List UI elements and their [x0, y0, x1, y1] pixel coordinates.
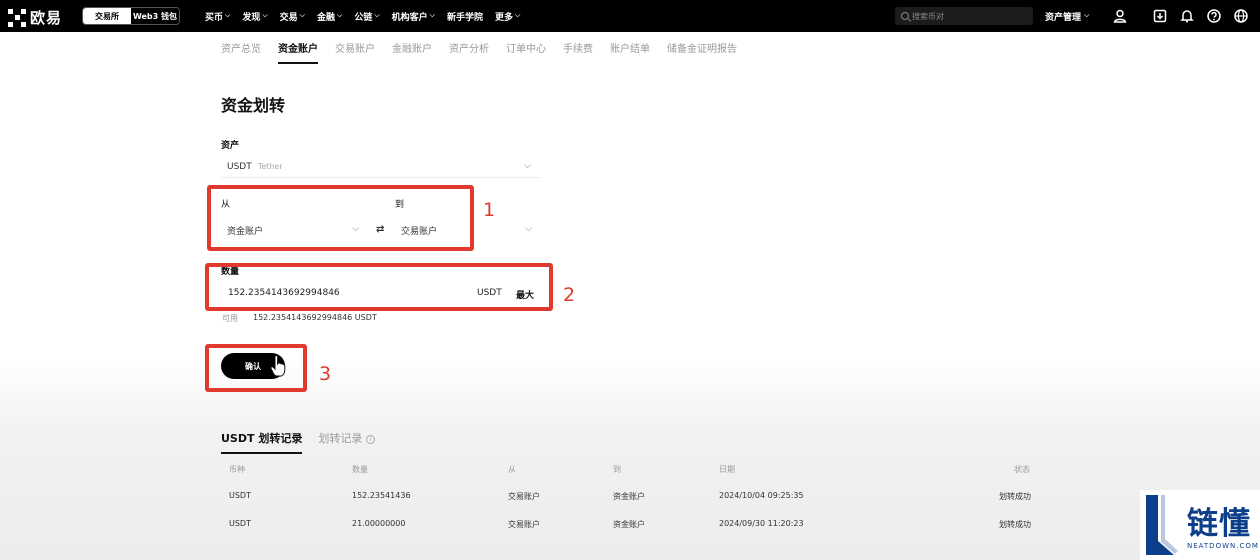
watermark-subtext: NEATDOWN.COM — [1187, 542, 1259, 550]
column-header-amount: 数量 — [352, 465, 368, 474]
chevron-down-icon: ⌵ — [1084, 11, 1090, 19]
asset-select[interactable]: USDT Tether ⌵ — [221, 156, 541, 178]
okx-logo-icon — [8, 8, 26, 27]
chevron-down-icon: ⌵ — [225, 10, 231, 19]
menu-item-trade[interactable]: 交易 ⌵ — [280, 10, 305, 23]
asset-management-menu[interactable]: 资产管理 ⌵ — [1045, 10, 1089, 23]
top-navbar: 欧易 交易所 Web3 钱包 买币 ⌵ 发现 ⌵ 交易 ⌵ 金融 ⌵ 公链 ⌵ 机构客户 ⌵… — [0, 0, 1260, 32]
annotation-number-1: 1 — [483, 199, 496, 221]
logo[interactable]: 欧易 — [8, 7, 62, 28]
asset-code: USDT — [227, 161, 252, 172]
available-label: 可用 — [222, 314, 238, 323]
column-header-coin: 币种 — [229, 465, 245, 474]
annotation-number-2: 2 — [563, 284, 576, 306]
column-header-from: 从 — [508, 465, 516, 474]
tab-trading-account[interactable]: 交易账户 — [335, 40, 375, 66]
chevron-down-icon: ⌵ — [374, 10, 380, 19]
help-icon[interactable] — [1207, 9, 1221, 23]
chevron-down-icon: ⌵ — [299, 10, 305, 19]
main-menu: 买币 ⌵ 发现 ⌵ 交易 ⌵ 金融 ⌵ 公链 ⌵ 机构客户 ⌵ 新手学院 更多 ⌵ — [205, 0, 532, 32]
chevron-down-icon: ⌵ — [337, 10, 343, 19]
tab-statements[interactable]: 账户结单 — [610, 40, 650, 66]
search-icon — [901, 12, 909, 20]
watermark: 链懂 NEATDOWN.COM — [1140, 490, 1260, 560]
watermark-logo-icon — [1146, 495, 1178, 555]
user-icon[interactable] — [1113, 9, 1127, 23]
annotation-box-1 — [207, 185, 474, 251]
info-icon: i — [365, 435, 375, 444]
wallet-mode-button[interactable]: Web3 钱包 — [131, 8, 179, 24]
chevron-down-icon: ⌵ — [524, 161, 531, 171]
page-title: 资金划转 — [221, 96, 286, 115]
search-input[interactable] — [912, 11, 1022, 21]
menu-item-discover[interactable]: 发现 ⌵ — [242, 10, 267, 23]
menu-item-academy[interactable]: 新手学院 — [447, 10, 483, 23]
menu-item-buy[interactable]: 买币 ⌵ — [205, 10, 230, 23]
annotation-box-2 — [205, 263, 553, 311]
menu-item-institutional[interactable]: 机构客户 ⌵ — [392, 10, 435, 23]
tab-funding-account[interactable]: 资金账户 — [278, 40, 318, 66]
asset-name: Tether — [257, 162, 283, 171]
menu-item-finance[interactable]: 金融 ⌵ — [317, 10, 342, 23]
globe-icon[interactable] — [1234, 9, 1248, 23]
tab-fees[interactable]: 手续费 — [563, 40, 593, 66]
annotation-box-3 — [205, 344, 307, 392]
account-subtabs: 资产总览 资金账户 交易账户 金融账户 资产分析 订单中心 手续费 账户结单 储… — [221, 40, 754, 66]
tab-proof-of-reserves[interactable]: 储备金证明报告 — [667, 40, 737, 66]
tab-transfer-history[interactable]: 划转记录 i — [318, 430, 375, 454]
asset-label: 资产 — [221, 141, 240, 151]
chevron-down-icon: ⌵ — [429, 10, 435, 19]
bell-icon[interactable] — [1180, 9, 1194, 23]
annotation-number-3: 3 — [319, 363, 332, 385]
tab-financial-account[interactable]: 金融账户 — [392, 40, 432, 66]
chevron-down-icon: ⌵ — [515, 10, 521, 19]
column-header-status: 状态 — [1014, 465, 1030, 474]
watermark-text: 链懂 — [1187, 506, 1251, 542]
search-box[interactable] — [895, 7, 1033, 25]
history-tabs: USDT 划转记录 划转记录 i — [221, 430, 391, 454]
column-header-to: 到 — [613, 465, 621, 474]
brand-name: 欧易 — [30, 9, 63, 27]
tab-asset-analysis[interactable]: 资产分析 — [449, 40, 489, 66]
menu-item-more[interactable]: 更多 ⌵ — [495, 10, 520, 23]
chevron-down-icon: ⌵ — [525, 224, 532, 234]
exchange-mode-button[interactable]: 交易所 — [83, 8, 131, 24]
chevron-down-icon: ⌵ — [262, 10, 268, 19]
mode-switch: 交易所 Web3 钱包 — [82, 7, 180, 25]
menu-item-chain[interactable]: 公链 ⌵ — [354, 10, 379, 23]
tab-order-center[interactable]: 订单中心 — [506, 40, 546, 66]
column-header-date: 日期 — [719, 465, 735, 474]
tab-asset-overview[interactable]: 资产总览 — [221, 40, 261, 66]
download-icon[interactable] — [1153, 9, 1167, 23]
available-value: 152.2354143692994846 USDT — [253, 313, 377, 322]
tab-usdt-transfer-history[interactable]: USDT 划转记录 — [221, 430, 303, 454]
